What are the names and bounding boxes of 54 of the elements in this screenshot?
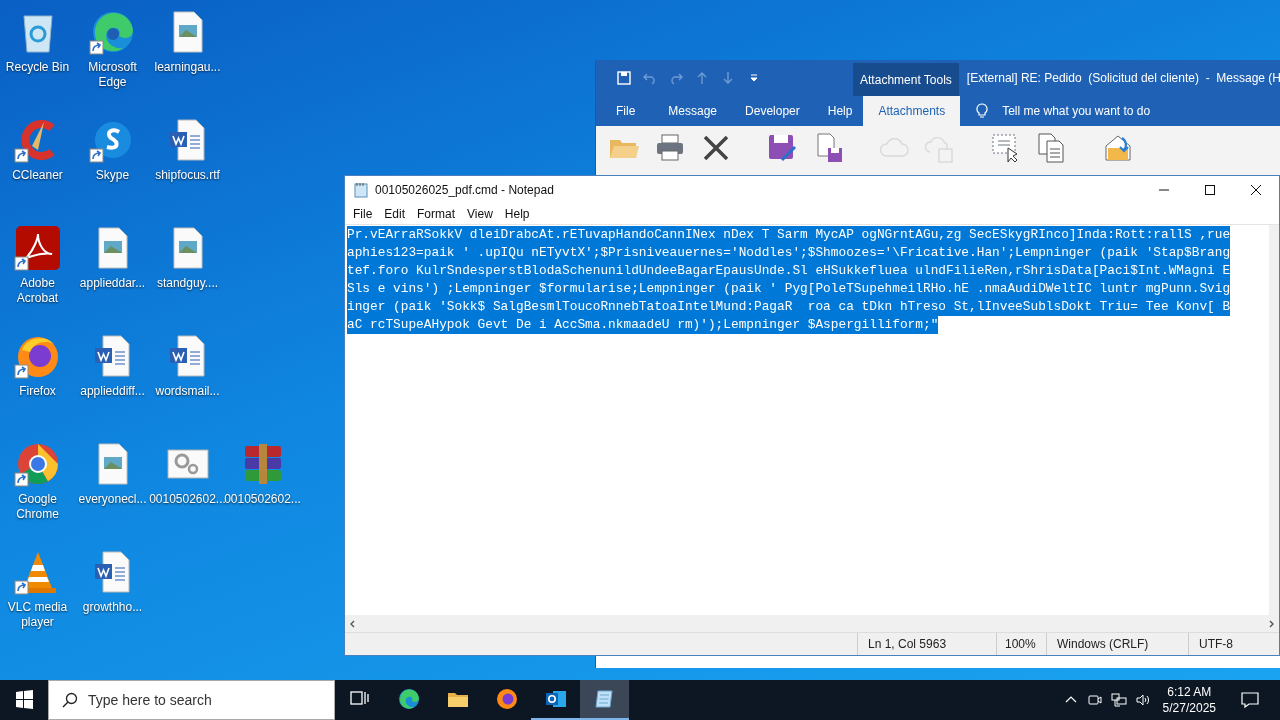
- window-title: 00105026025_pdf.cmd - Notepad: [375, 183, 554, 197]
- ribbon-tab[interactable]: Attachments: [863, 96, 961, 126]
- printer-icon[interactable]: [654, 132, 686, 164]
- window-title: [External] RE: Pedido (Solicitud del cliente) - Message (H: [965, 70, 1280, 87]
- ribbon-tab[interactable]: File: [596, 96, 652, 126]
- camera-icon[interactable]: [1086, 692, 1103, 708]
- ribbon-tab[interactable]: Message: [651, 96, 729, 126]
- scrollbar[interactable]: [345, 615, 1279, 632]
- desktop-icon[interactable]: Skype: [75, 112, 150, 183]
- edge-icon: [396, 687, 421, 711]
- search-hint[interactable]: Tell me what you want to do: [1002, 104, 1151, 118]
- save-icon[interactable]: [766, 132, 798, 164]
- desktop-icon[interactable]: 0010502602...: [225, 436, 300, 507]
- desktop-icon[interactable]: CCleaner: [0, 112, 75, 183]
- menu-item[interactable]: Format: [411, 207, 462, 221]
- firefox-icon: [494, 687, 519, 711]
- desktop-icon[interactable]: Firefox: [0, 328, 75, 399]
- desktop-icon[interactable]: growthho...: [75, 544, 150, 615]
- clock-time[interactable]: 6:12 AM: [1167, 684, 1212, 700]
- desktop-icon[interactable]: wordsmail...: [150, 328, 225, 399]
- search-icon: [62, 692, 78, 708]
- desktop-icon[interactable]: learningau...: [150, 4, 225, 75]
- desktop-icon[interactable]: applieddiff...: [75, 328, 150, 399]
- desktop-icon[interactable]: Microsoft Edge: [75, 4, 150, 90]
- desktop-icon[interactable]: everyonecl...: [75, 436, 150, 507]
- desktop-icon[interactable]: shipfocus.rtf: [150, 112, 225, 183]
- taskbar-button[interactable]: [580, 680, 629, 720]
- context-tab-label: Attachment Tools: [853, 63, 959, 96]
- menu-item[interactable]: Edit: [378, 207, 412, 221]
- desktop-icon[interactable]: VLC media player: [0, 544, 75, 630]
- desktop-icon[interactable]: Google Chrome: [0, 436, 75, 522]
- encoding: UTF-8: [1198, 636, 1234, 653]
- clock-date[interactable]: 5/27/2025: [1162, 700, 1216, 716]
- desktop-icon[interactable]: Adobe Acrobat: [0, 220, 75, 306]
- notification-icon[interactable]: [1240, 690, 1260, 710]
- zoom-level: 100%: [997, 633, 1047, 655]
- ribbon-tab[interactable]: Developer: [728, 96, 811, 126]
- line-ending: Windows (CRLF): [1047, 633, 1189, 655]
- desktop-icon[interactable]: Recycle Bin: [0, 4, 75, 75]
- desktop-icon[interactable]: applieddar...: [75, 220, 150, 291]
- volume-icon[interactable]: [1134, 692, 1151, 708]
- save-icon[interactable]: [616, 70, 632, 86]
- network-icon[interactable]: [1110, 692, 1127, 708]
- desktop-icon[interactable]: standguy....: [150, 220, 225, 291]
- cursor-position: Ln 1, Col 5963: [858, 633, 997, 655]
- scrollbar[interactable]: [1269, 225, 1279, 615]
- menu-item[interactable]: Help: [498, 207, 536, 221]
- notepad-icon: [353, 182, 369, 198]
- menu-item[interactable]: View: [461, 207, 499, 221]
- menu-item[interactable]: File: [347, 207, 379, 221]
- search-field[interactable]: Type here to search: [48, 680, 335, 720]
- lightbulb-icon: [974, 103, 991, 119]
- ribbon-tab[interactable]: Help: [810, 96, 864, 126]
- desktop-icon[interactable]: 0010502602...: [150, 436, 225, 507]
